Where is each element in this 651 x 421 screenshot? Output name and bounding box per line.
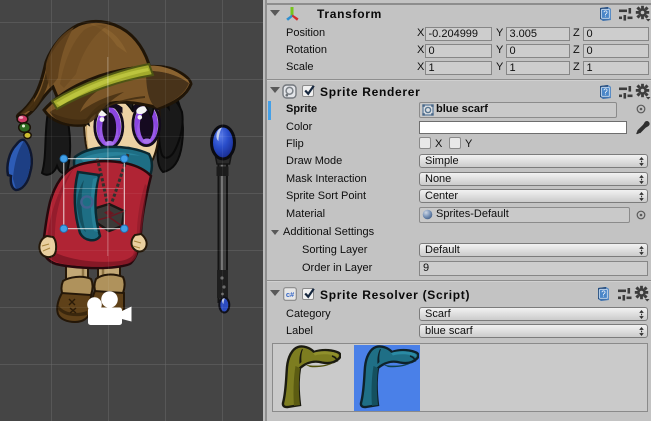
svg-text:?: ?	[603, 10, 608, 19]
svg-text:?: ?	[601, 290, 606, 299]
svg-text:?: ?	[603, 88, 608, 97]
svg-text:c#: c#	[286, 289, 295, 298]
